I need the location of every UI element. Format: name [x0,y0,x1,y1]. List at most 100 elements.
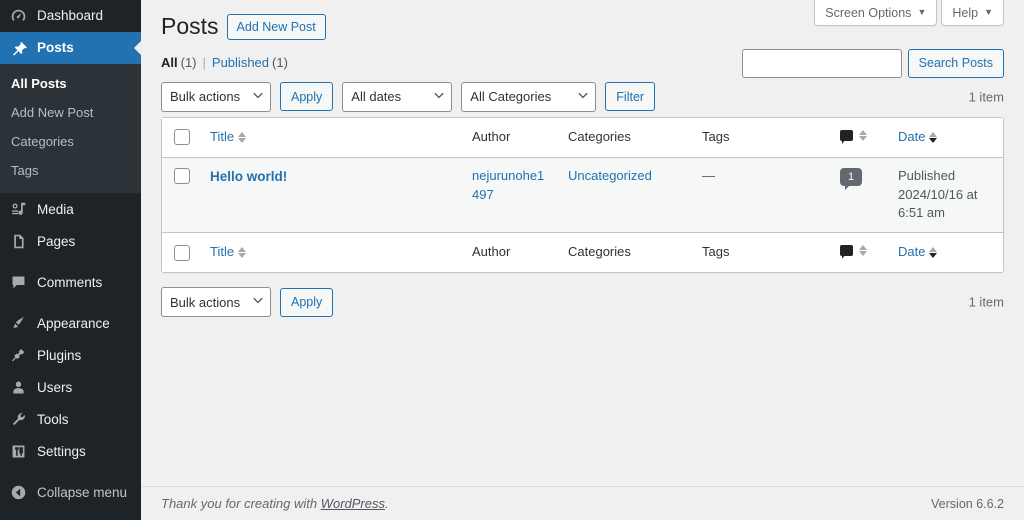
sidebar-item-media[interactable]: Media [0,193,141,225]
sidebar-item-label: Appearance [37,315,110,331]
sidebar-item-posts[interactable]: Posts [0,32,141,64]
sidebar-item-tools[interactable]: Tools [0,403,141,435]
sidebar-item-pages[interactable]: Pages [0,225,141,257]
chevron-down-icon [434,92,444,102]
select-all-checkbox-footer[interactable] [174,244,190,261]
posts-table-body: Hello world! nejurunohe1497 Uncategorize… [162,157,1003,233]
posts-table-foot: Title Author Categories Tags Date [162,232,1003,273]
sort-indicator-icon [859,129,867,141]
displaying-num-top: 1 item [968,89,1004,105]
filter-button[interactable]: Filter [605,82,656,112]
sort-indicator-icon [859,245,867,257]
sidebar-item-comments[interactable]: Comments [0,266,141,298]
posts-submenu: All Posts Add New Post Categories Tags [0,64,141,194]
row-tags-cell: — [692,157,830,233]
displaying-num-bottom: 1 item [968,294,1004,310]
category-filter-select[interactable]: All Categories [461,81,597,112]
column-date-label: Date [898,244,926,260]
filter-all-link[interactable]: All [161,55,178,70]
table-row: Hello world! nejurunohe1497 Uncategorize… [162,157,1003,233]
search-input[interactable] [741,49,902,78]
admin-footer: Thank you for creating with WordPress. V… [141,486,1024,520]
sort-by-date-link[interactable]: Date [898,128,938,147]
post-category-link[interactable]: Uncategorized [568,168,652,183]
post-author-link[interactable]: nejurunohe1497 [472,168,544,202]
row-select-cell [162,157,200,233]
footer-thank-you: Thank you for creating with WordPress. [161,496,389,511]
sort-by-title-link[interactable]: Title [210,128,247,147]
add-new-post-button[interactable]: Add New Post [226,13,326,40]
chevron-down-icon [253,92,263,102]
sidebar-item-users[interactable]: Users [0,371,141,403]
screen-options-button[interactable]: Screen Options ▼ [814,0,938,26]
category-filter-value: All Categories [470,89,552,105]
column-header-tags: Tags [692,117,830,158]
chevron-down-icon [578,92,588,102]
bulk-actions-value-bottom: Bulk actions [170,294,241,310]
sidebar-item-settings[interactable]: Settings [0,435,141,467]
sidebar-separator-3 [0,467,141,476]
comments-footer-inner[interactable] [840,245,867,260]
sort-indicator-icon [929,247,938,259]
filter-published-link[interactable]: Published [212,55,269,70]
plug-icon [8,345,28,365]
collapse-left-icon [8,482,28,502]
column-header-author: Author [462,117,558,158]
sort-by-date-link-footer[interactable]: Date [898,243,938,262]
media-icon [8,199,28,219]
sidebar-item-plugins[interactable]: Plugins [0,339,141,371]
column-header-comments [830,117,888,158]
dashboard-icon [8,6,28,26]
submenu-item-add-new-post[interactable]: Add New Post [0,99,141,128]
search-box: Search Posts [741,49,1004,78]
tablenav-bottom-actions: Bulk actions Apply [161,287,334,318]
chevron-down-icon: ▼ [917,7,927,17]
collapse-menu-label: Collapse menu [37,484,128,500]
comment-count-badge[interactable]: 1 [840,168,862,191]
bulk-actions-select-top[interactable]: Bulk actions [161,81,271,112]
row-title-cell: Hello world! [200,157,462,233]
post-title-link[interactable]: Hello world! [210,169,287,184]
admin-sidebar: Dashboard Posts All Posts Add New Post C… [0,0,141,520]
sidebar-item-appearance[interactable]: Appearance [0,307,141,339]
sidebar-item-label: Media [37,201,74,217]
screen-options-label: Screen Options [825,5,912,20]
select-all-header [162,117,200,158]
column-header-title: Title [200,117,462,158]
submenu-item-categories[interactable]: Categories [0,128,141,157]
submenu-item-tags[interactable]: Tags [0,157,141,186]
submenu-item-all-posts[interactable]: All Posts [0,70,141,99]
footer-thank-you-suffix: . [385,496,389,511]
apply-button-bottom[interactable]: Apply [280,287,334,317]
select-all-footer [162,232,200,273]
column-footer-comments [830,232,888,273]
brush-icon [8,313,28,333]
comment-icon [8,272,28,292]
sidebar-item-label: Tools [37,411,69,427]
sliders-icon [8,441,28,461]
footer-thank-you-prefix: Thank you for creating with [161,496,321,511]
sidebar-separator-2 [0,298,141,307]
sidebar-item-label: Dashboard [37,8,104,24]
column-header-date: Date [888,117,1003,158]
wrench-icon [8,409,28,429]
select-all-checkbox[interactable] [174,129,190,146]
search-posts-button[interactable]: Search Posts [907,49,1004,78]
date-filter-select[interactable]: All dates [342,81,453,112]
filter-published-count: (1) [272,54,288,70]
filter-published: Published (1) [212,55,288,70]
wordpress-link[interactable]: WordPress [321,496,385,511]
sort-indicator-icon [238,247,247,259]
bulk-actions-select-bottom[interactable]: Bulk actions [161,287,271,318]
filter-divider: | [202,54,206,70]
sort-by-title-link-footer[interactable]: Title [210,243,247,262]
footer-version: Version 6.6.2 [931,496,1004,511]
tablenav-top-actions: Bulk actions Apply All dates All Categor [161,81,656,112]
help-button[interactable]: Help ▼ [941,0,1004,26]
row-checkbox[interactable] [174,168,190,185]
sidebar-item-dashboard[interactable]: Dashboard [0,0,141,32]
table-footer-row: Title Author Categories Tags Date [162,232,1003,273]
comments-header-inner[interactable] [840,129,867,144]
collapse-menu-button[interactable]: Collapse menu [0,476,141,508]
apply-button-top[interactable]: Apply [280,82,334,112]
